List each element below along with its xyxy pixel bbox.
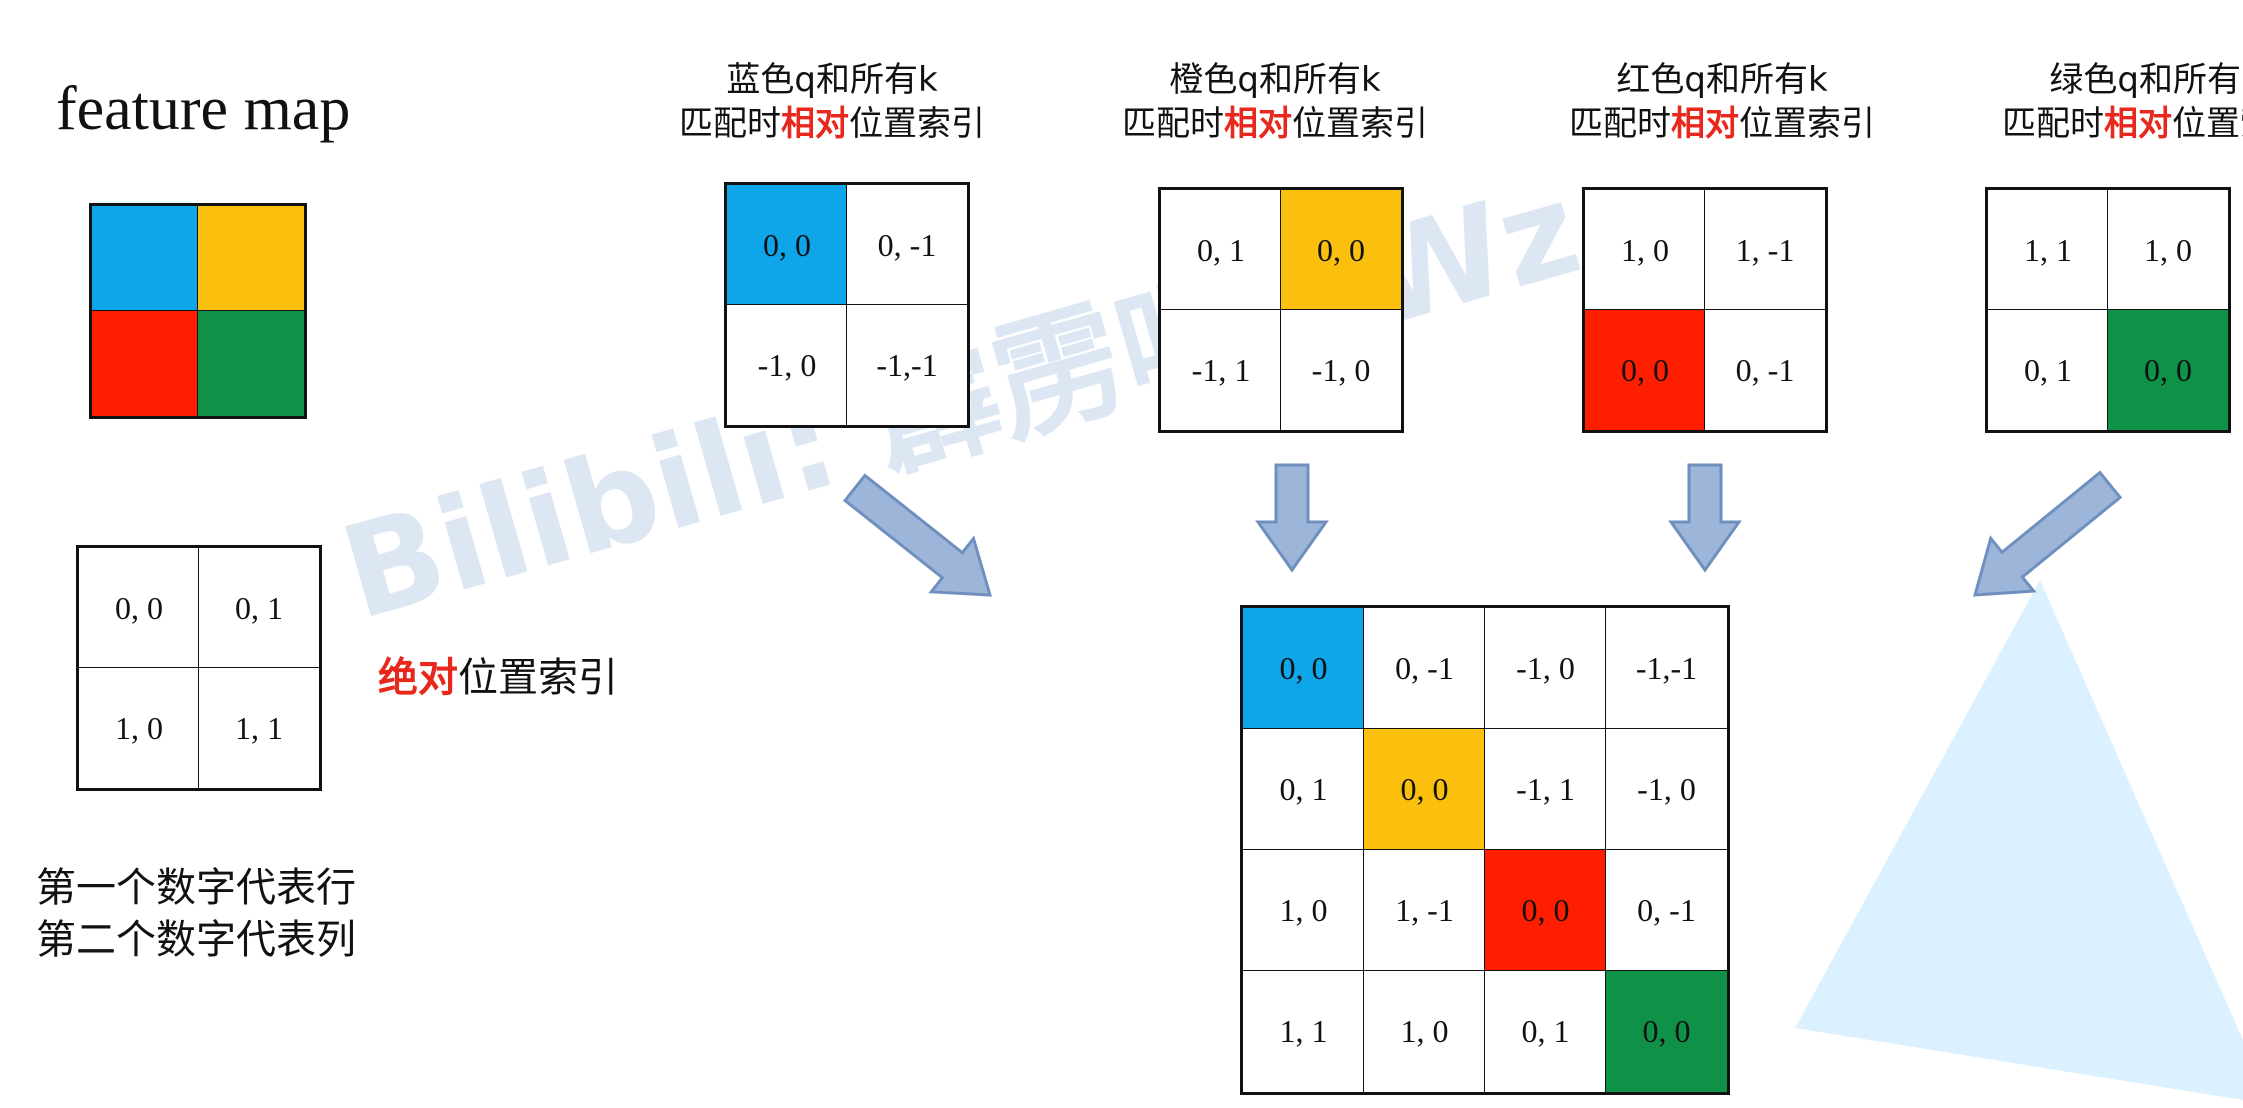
relative-index-cell: 0, 1: [1160, 189, 1282, 311]
matrix-cell: 1, 0: [1242, 849, 1365, 972]
relative-panel-title: 绿色q和所有k匹配时相对位置索引: [1945, 58, 2243, 146]
arrow-orange-to-matrix: [1255, 463, 1329, 573]
matrix-cell: 1, -1: [1363, 849, 1486, 972]
arrow-red-to-matrix: [1668, 463, 1742, 573]
relative-index-cell: -1,-1: [846, 304, 968, 426]
relative-index-cell: -1, 1: [1160, 309, 1282, 431]
relative-panel-title-line2: 匹配时相对位置索引: [1065, 102, 1485, 146]
relative-panel-title: 蓝色q和所有k 匹配时相对位置索引: [622, 58, 1042, 146]
matrix-cell: 0, -1: [1605, 849, 1728, 972]
relative-panel-title-line1: 绿色q和所有k: [2049, 60, 2243, 100]
matrix-cell: -1, 0: [1605, 728, 1728, 851]
relative-index-grid: 0, 1 0, 0 -1, 1 -1, 0: [1158, 187, 1404, 433]
matrix-cell: 0, 0: [1484, 849, 1607, 972]
relative-index-cell: -1, 0: [726, 304, 848, 426]
feature-map-blue-cell: [91, 205, 199, 312]
feature-map-green-cell: [197, 310, 305, 417]
matrix-cell: -1,-1: [1605, 607, 1728, 730]
matrix-cell: 0, 0: [1605, 970, 1728, 1093]
absolute-index-cell: 1, 0: [78, 667, 200, 789]
note-line-row: 第一个数字代表行: [36, 865, 356, 911]
absolute-index-grid: 0, 0 0, 1 1, 0 1, 1: [76, 545, 322, 791]
relative-panel-title-line2: 匹配时相对位置索引: [1945, 102, 2243, 146]
relative-panel-title-line1: 红色q和所有k: [1616, 60, 1828, 100]
relative-panel-title-line2: 匹配时相对位置索引: [1512, 102, 1932, 146]
index-note: 第一个数字代表行 第二个数字代表列: [36, 862, 356, 966]
absolute-index-cell: 1, 1: [198, 667, 320, 789]
title-suffix: 位置索引: [2172, 104, 2243, 144]
matrix-cell: 1, 0: [1363, 970, 1486, 1093]
absolute-label-rest: 位置索引: [458, 655, 618, 701]
absolute-index-cell: 0, 1: [198, 547, 320, 669]
relative-panel-title: 橙色q和所有k 匹配时相对位置索引: [1065, 58, 1485, 146]
title-suffix: 位置索引: [849, 104, 985, 144]
title-prefix: 匹配时: [679, 104, 781, 144]
absolute-label-highlight: 绝对: [378, 655, 458, 701]
relative-index-cell: 0, 1: [1987, 309, 2109, 431]
relative-panel-title-line1: 蓝色q和所有k: [726, 60, 938, 100]
matrix-cell: 1, 1: [1242, 970, 1365, 1093]
title-highlight: 相对: [2104, 104, 2172, 144]
title-prefix: 匹配时: [2002, 104, 2104, 144]
light-triangle-shape: [1795, 580, 2243, 1100]
relative-index-cell: 0, 0: [1584, 309, 1706, 431]
title-highlight: 相对: [781, 104, 849, 144]
note-line-column: 第二个数字代表列: [36, 917, 356, 963]
relative-index-cell: 1, 1: [1987, 189, 2109, 311]
title-highlight: 相对: [1671, 104, 1739, 144]
feature-map-orange-cell: [197, 205, 305, 312]
matrix-cell: 0, 0: [1363, 728, 1486, 851]
matrix-cell: -1, 1: [1484, 728, 1607, 851]
title-prefix: 匹配时: [1569, 104, 1671, 144]
matrix-cell: 0, -1: [1363, 607, 1486, 730]
relative-index-cell: -1, 0: [1280, 309, 1402, 431]
matrix-cell: 0, 1: [1484, 970, 1607, 1093]
feature-map-grid: [89, 203, 307, 419]
relative-index-cell: 0, 0: [2107, 309, 2229, 431]
relative-index-cell: 0, -1: [1704, 309, 1826, 431]
relative-index-cell: 1, 0: [1584, 189, 1706, 311]
relative-index-grid: 0, 0 0, -1 -1, 0 -1,-1: [724, 182, 970, 428]
feature-map-title: feature map: [56, 75, 351, 143]
relative-index-grid: 1, 0 1, -1 0, 0 0, -1: [1582, 187, 1828, 433]
arrow-blue-to-matrix: [842, 473, 993, 597]
relative-index-cell: 1, -1: [1704, 189, 1826, 311]
relative-index-cell: 0, 0: [726, 184, 848, 306]
combined-relative-index-matrix: 0, 0 0, -1 -1, 0 -1,-1 0, 1 0, 0 -1, 1 -1, 0 1, …: [1240, 605, 1730, 1095]
title-suffix: 位置索引: [1292, 104, 1428, 144]
feature-map-red-cell: [91, 310, 199, 417]
absolute-index-cell: 0, 0: [78, 547, 200, 669]
relative-panel-title-line2: 匹配时相对位置索引: [622, 102, 1042, 146]
relative-index-cell: 0, -1: [846, 184, 968, 306]
title-highlight: 相对: [1224, 104, 1292, 144]
matrix-cell: -1, 0: [1484, 607, 1607, 730]
arrow-green-to-matrix: [1972, 470, 2123, 597]
relative-index-cell: 1, 0: [2107, 189, 2229, 311]
relative-panel-title-line1: 橙色q和所有k: [1169, 60, 1381, 100]
relative-panel-title: 红色q和所有k 匹配时相对位置索引: [1512, 58, 1932, 146]
title-prefix: 匹配时: [1122, 104, 1224, 144]
matrix-cell: 0, 0: [1242, 607, 1365, 730]
relative-index-grid: 1, 1 1, 0 0, 1 0, 0: [1985, 187, 2231, 433]
title-suffix: 位置索引: [1739, 104, 1875, 144]
relative-index-cell: 0, 0: [1280, 189, 1402, 311]
matrix-cell: 0, 1: [1242, 728, 1365, 851]
absolute-index-label: 绝对位置索引: [378, 645, 618, 703]
